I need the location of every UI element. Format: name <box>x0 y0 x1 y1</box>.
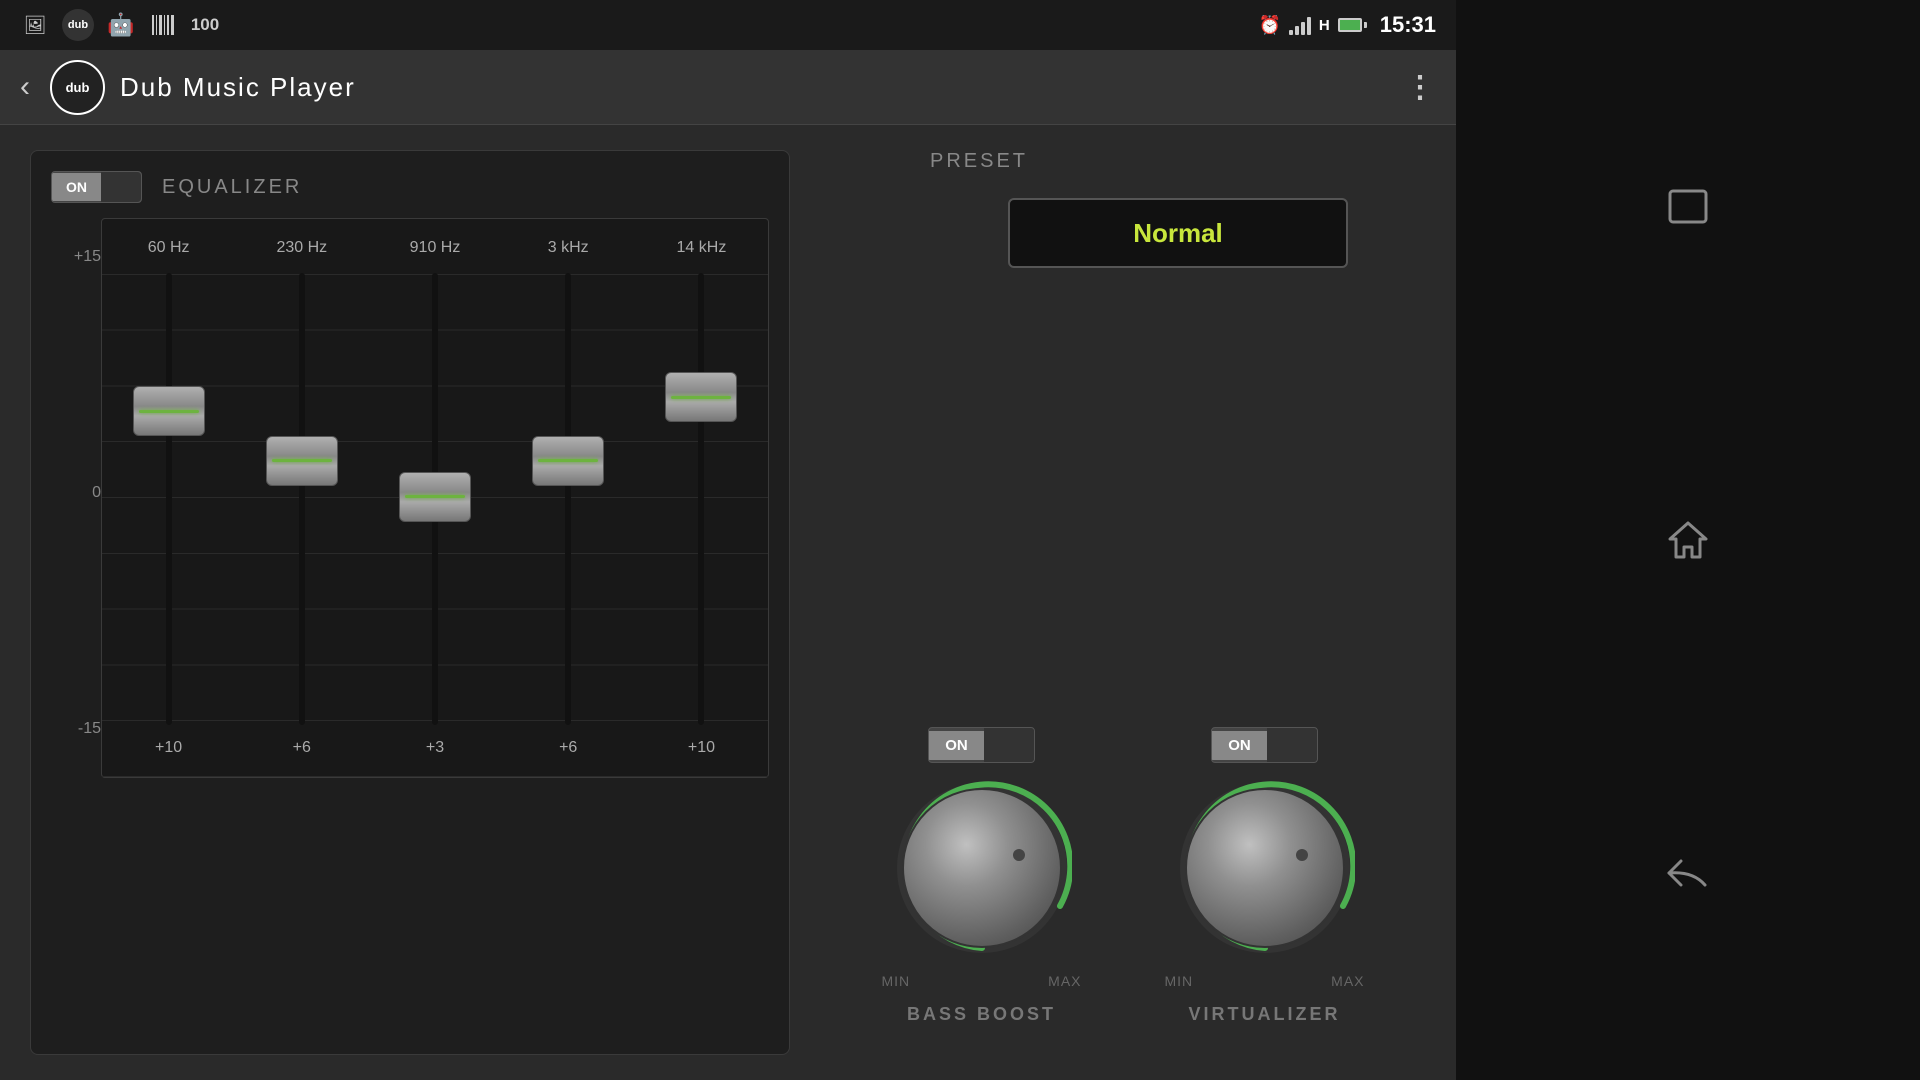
title-bar-left: ‹ dub Dub Music Player <box>20 60 356 115</box>
virtualizer-knob-dot <box>1296 849 1308 861</box>
slider-col-230hz: 230 Hz +6 <box>235 239 368 757</box>
bass-boost-min-max: MIN MAX <box>882 973 1082 989</box>
slider-value-60hz: +10 <box>155 739 182 757</box>
scale-top: +15 <box>51 248 101 266</box>
network-type-icon: H <box>1319 17 1330 34</box>
slider-track-container-60hz <box>166 273 172 725</box>
window-nav-button[interactable] <box>1658 177 1718 237</box>
status-bar-left: 🖼 dub 🤖 100 <box>20 9 220 41</box>
virtualizer-knob[interactable] <box>1175 778 1355 958</box>
virtualizer-min-max: MIN MAX <box>1165 973 1365 989</box>
home-nav-button[interactable] <box>1658 510 1718 570</box>
photo-icon: 🖼 <box>20 10 50 40</box>
signal-icon <box>1289 15 1311 35</box>
slider-track-3khz[interactable] <box>565 273 571 725</box>
bass-boost-toggle-on-label[interactable]: ON <box>929 731 984 760</box>
bass-boost-toggle[interactable]: ON <box>928 727 1035 763</box>
effects-row: ON MIN <box>820 288 1426 1055</box>
virtualizer-toggle[interactable]: ON <box>1211 727 1318 763</box>
scale-bottom: -15 <box>51 720 101 738</box>
slider-track-container-230hz <box>299 273 305 725</box>
bass-boost-control: ON MIN <box>882 727 1082 1025</box>
slider-thumb-230hz[interactable] <box>266 436 338 486</box>
virtualizer-min-label: MIN <box>1165 973 1194 989</box>
title-bar: ‹ dub Dub Music Player ⋮ <box>0 50 1456 125</box>
eq-toggle[interactable]: ON <box>51 171 142 203</box>
eq-toggle-on-label[interactable]: ON <box>52 173 101 201</box>
eq-title-label: EQUALIZER <box>162 176 302 199</box>
virtualizer-toggle-on-label[interactable]: ON <box>1212 731 1267 760</box>
bass-boost-knob-body[interactable] <box>902 788 1062 948</box>
status-bar-right: ⏰ H 15:31 <box>1258 12 1436 38</box>
battery-icon <box>1338 18 1367 32</box>
slider-thumb-60hz[interactable] <box>133 386 205 436</box>
back-nav-button[interactable] <box>1658 843 1718 903</box>
slider-col-60hz: 60 Hz +10 <box>102 239 235 757</box>
android-nav <box>1456 0 1920 1080</box>
scale-mid: 0 <box>51 484 101 502</box>
virtualizer-max-label: MAX <box>1331 973 1364 989</box>
slider-thumb-14khz[interactable] <box>665 372 737 422</box>
bass-boost-toggle-track[interactable] <box>984 728 1034 762</box>
slider-track-container-910hz <box>432 273 438 725</box>
slider-track-60hz[interactable] <box>166 273 172 725</box>
sliders-container: +15 0 -15 60 Hz +10 <box>51 218 769 778</box>
alarm-icon: ⏰ <box>1258 15 1280 36</box>
back-button[interactable]: ‹ <box>20 70 30 104</box>
barcode-icon <box>148 10 178 40</box>
freq-label-60hz: 60 Hz <box>148 239 190 257</box>
status-bar: 🖼 dub 🤖 100 ⏰ <box>0 0 1456 50</box>
app-title: Dub Music Player <box>120 72 356 103</box>
scale-labels: +15 0 -15 <box>51 218 101 778</box>
preset-section: PRESET Normal <box>820 150 1426 268</box>
bass-boost-max-label: MAX <box>1048 973 1081 989</box>
sliders-area: 60 Hz +10 230 Hz <box>101 218 769 778</box>
main-content: ON EQUALIZER +15 0 -15 60 Hz <box>0 125 1456 1080</box>
app-logo: dub <box>50 60 105 115</box>
bass-boost-knob[interactable] <box>892 778 1072 958</box>
dub-app-icon: dub <box>62 9 94 41</box>
freq-label-230hz: 230 Hz <box>276 239 327 257</box>
freq-label-910hz: 910 Hz <box>410 239 461 257</box>
bass-boost-min-label: MIN <box>882 973 911 989</box>
slider-value-910hz: +3 <box>426 739 444 757</box>
slider-value-14khz: +10 <box>688 739 715 757</box>
right-panel: PRESET Normal ON <box>820 150 1426 1055</box>
virtualizer-knob-body[interactable] <box>1185 788 1345 948</box>
slider-value-3khz: +6 <box>559 739 577 757</box>
time-display: 15:31 <box>1380 12 1436 38</box>
bass-boost-label: BASS BOOST <box>907 1004 1056 1025</box>
freq-label-3khz: 3 kHz <box>548 239 589 257</box>
eq-toggle-track[interactable] <box>101 172 141 202</box>
slider-value-230hz: +6 <box>293 739 311 757</box>
slider-track-container-3khz <box>565 273 571 725</box>
freq-label-14khz: 14 kHz <box>677 239 727 257</box>
virtualizer-label: VIRTUALIZER <box>1189 1004 1341 1025</box>
slider-col-3khz: 3 kHz +6 <box>502 239 635 757</box>
virtualizer-toggle-track[interactable] <box>1267 728 1317 762</box>
menu-button[interactable]: ⋮ <box>1405 70 1436 105</box>
battery-percent-icon: 100 <box>190 10 220 40</box>
slider-thumb-910hz[interactable] <box>399 472 471 522</box>
preset-button[interactable]: Normal <box>1008 198 1348 268</box>
equalizer-panel: ON EQUALIZER +15 0 -15 60 Hz <box>30 150 790 1055</box>
slider-track-container-14khz <box>698 273 704 725</box>
slider-thumb-3khz[interactable] <box>532 436 604 486</box>
slider-track-230hz[interactable] <box>299 273 305 725</box>
eq-header: ON EQUALIZER <box>51 171 769 203</box>
preset-label: PRESET <box>930 150 1028 173</box>
virtualizer-control: ON MIN MAX <box>1165 727 1365 1025</box>
android-icon: 🤖 <box>106 10 136 40</box>
slider-track-14khz[interactable] <box>698 273 704 725</box>
slider-col-14khz: 14 kHz +10 <box>635 239 768 757</box>
bass-boost-knob-dot <box>1013 849 1025 861</box>
slider-track-910hz[interactable] <box>432 273 438 725</box>
slider-col-910hz: 910 Hz +3 <box>368 239 501 757</box>
